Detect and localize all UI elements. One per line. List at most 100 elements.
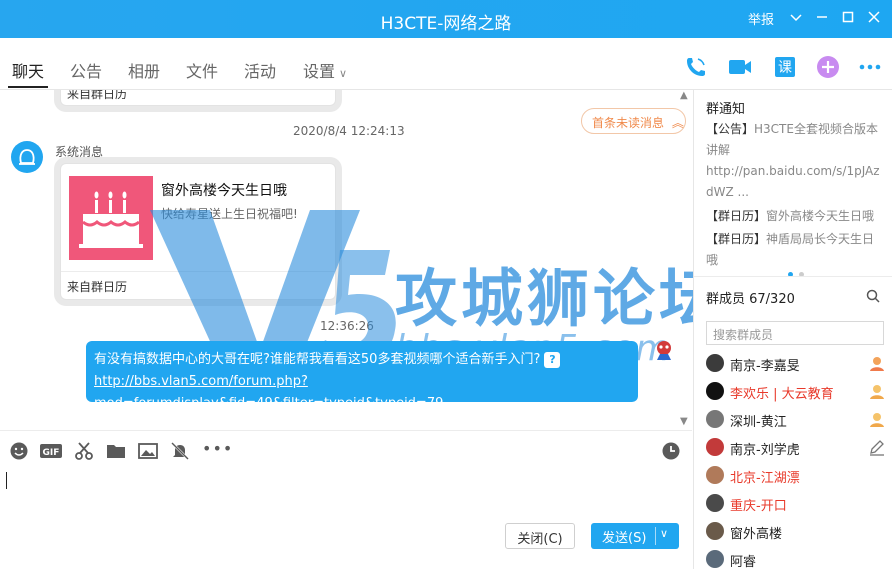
avatar[interactable] <box>706 466 724 484</box>
member-row[interactable]: 重庆-开口 <box>706 492 886 514</box>
birthday-card[interactable]: 窗外高楼今天生日哦 快给寿星送上生日祝福吧! 来自群日历 <box>60 163 336 300</box>
add-app-icon[interactable] <box>816 55 840 79</box>
tab-announcement[interactable]: 公告 <box>70 58 102 82</box>
group-notice-item[interactable]: 【群日历】神盾局局长今天生日哦 <box>706 229 886 271</box>
card-title: 窗外高楼今天生日哦 <box>161 183 287 199</box>
tab-files[interactable]: 文件 <box>186 58 218 82</box>
folder-icon[interactable] <box>106 441 126 461</box>
card-source: 来自群日历 <box>61 271 335 299</box>
edit-icon[interactable] <box>868 438 886 456</box>
member-row[interactable]: 北京-江湖漂 <box>706 464 886 486</box>
admin-badge-icon <box>868 382 886 400</box>
chevron-down-icon[interactable] <box>786 11 806 26</box>
tab-settings[interactable]: 设置 ∨ <box>303 58 347 82</box>
group-notice-heading: 群通知 <box>706 102 746 117</box>
more-tools-icon[interactable]: ••• <box>202 439 232 459</box>
send-divider <box>655 527 656 545</box>
member-row[interactable]: 深圳-黄江 <box>706 408 886 430</box>
member-row[interactable]: 窗外高楼 <box>706 520 886 542</box>
send-options-chevron-icon[interactable]: ∨ <box>660 527 668 540</box>
sender-name: 系统消息 <box>55 145 104 159</box>
svg-text:课: 课 <box>778 60 792 76</box>
scissors-icon[interactable] <box>74 441 94 461</box>
watermark-text: 攻城狮论坛 <box>395 262 726 335</box>
birthday-cake-icon <box>69 176 153 260</box>
close-button[interactable]: 关闭(C) <box>505 523 575 549</box>
user-avatar[interactable] <box>652 338 676 362</box>
double-chevron-up-icon: ︽ <box>671 116 684 130</box>
member-name: 北京-江湖漂 <box>730 471 800 486</box>
phone-call-icon[interactable] <box>684 55 708 79</box>
avatar[interactable] <box>706 438 724 456</box>
history-clock-icon[interactable] <box>661 441 681 461</box>
tab-bar: 聊天 公告 相册 文件 活动 设置 ∨ 课 <box>0 38 892 90</box>
send-button[interactable]: 发送(S) ∨ <box>591 523 679 549</box>
member-row[interactable]: 南京-刘学虎 <box>706 436 886 458</box>
class-icon[interactable]: 课 <box>773 55 797 79</box>
card-source: 来自群日历 <box>61 90 335 105</box>
avatar[interactable] <box>706 550 724 568</box>
chevron-down-icon: ∨ <box>339 67 348 80</box>
tab-chat[interactable]: 聊天 <box>7 58 49 88</box>
close-icon[interactable] <box>864 10 884 27</box>
tab-album[interactable]: 相册 <box>128 58 160 82</box>
first-unread-label: 首条未读消息 <box>592 116 665 130</box>
member-name: 南京-李嘉旻 <box>730 359 800 374</box>
question-icon: ? <box>544 352 561 368</box>
emoji-icon[interactable] <box>9 441 29 461</box>
group-notice-item[interactable]: 【群日历】窗外高楼今天生日哦 <box>706 206 886 227</box>
avatar[interactable] <box>706 494 724 512</box>
message-text: 有没有搞数据中心的大哥在呢?谁能帮我看看这50多套视频哪个适合新手入门? ? <box>94 349 630 371</box>
tab-settings-label: 设置 <box>303 62 336 81</box>
message-link[interactable]: http://bbs.vlan5.com/forum.php?mod=forum… <box>94 371 630 415</box>
owner-badge-icon <box>868 354 886 372</box>
tab-activities[interactable]: 活动 <box>244 58 276 82</box>
message-input[interactable] <box>0 468 692 569</box>
report-button[interactable]: 举报 <box>748 9 774 28</box>
more-options-icon[interactable] <box>858 55 882 79</box>
svg-text:GIF: GIF <box>43 448 60 458</box>
text-caret <box>6 472 7 489</box>
member-name: 阿睿 <box>730 555 757 569</box>
scroll-down-icon[interactable]: ▼ <box>680 416 688 427</box>
card-subtitle: 快给寿星送上生日祝福吧! <box>161 207 298 221</box>
composer-toolbar: GIF ••• <box>0 430 692 468</box>
window-controls: 举报 <box>748 9 884 28</box>
first-unread-button[interactable]: 首条未读消息 ︽ <box>581 108 686 134</box>
scroll-up-icon[interactable]: ▲ <box>680 90 688 101</box>
member-row[interactable]: 李欢乐 | 大云教育 <box>706 380 886 402</box>
mute-bell-icon[interactable] <box>170 441 190 461</box>
maximize-icon[interactable] <box>838 11 858 27</box>
member-row[interactable]: 阿睿 <box>706 548 886 569</box>
member-name: 重庆-开口 <box>730 499 787 514</box>
avatar[interactable] <box>706 354 724 372</box>
divider <box>694 276 892 277</box>
admin-badge-icon <box>868 410 886 428</box>
group-notice-item[interactable]: 【公告】H3CTE全套视频合版本讲解 <box>706 119 886 161</box>
outgoing-message-bubble[interactable]: 有没有搞数据中心的大哥在呢?谁能帮我看看这50多套视频哪个适合新手入门? ? h… <box>86 341 638 411</box>
video-call-icon[interactable] <box>728 55 752 79</box>
members-heading: 群成员 67/320 <box>706 292 795 307</box>
member-search-input[interactable]: 搜索群成员 <box>706 321 884 345</box>
title-bar: H3CTE-网络之路 举报 <box>0 0 892 38</box>
group-notice-link[interactable]: http://pan.baidu.com/s/1pJAzdWZ ... <box>706 161 886 203</box>
message-card-previous[interactable]: 来自群日历 <box>60 90 336 106</box>
message-timestamp: 2020/8/4 12:24:13 <box>293 124 405 138</box>
image-icon[interactable] <box>138 441 158 461</box>
message-timestamp: 12:36:26 <box>320 319 374 333</box>
minimize-icon[interactable] <box>812 11 832 27</box>
notice-pagination[interactable] <box>788 266 810 281</box>
avatar[interactable] <box>706 410 724 428</box>
avatar[interactable] <box>706 522 724 540</box>
system-avatar[interactable] <box>11 141 43 173</box>
member-row[interactable]: 南京-李嘉旻 <box>706 352 886 374</box>
member-name: 深圳-黄江 <box>730 415 787 430</box>
member-name: 李欢乐 | 大云教育 <box>730 387 834 402</box>
search-icon[interactable] <box>866 289 880 307</box>
send-label: 发送(S) <box>602 531 647 546</box>
member-name: 南京-刘学虎 <box>730 443 800 458</box>
gif-icon[interactable]: GIF <box>40 441 62 461</box>
avatar[interactable] <box>706 382 724 400</box>
member-name: 窗外高楼 <box>730 527 783 542</box>
right-panel: 群通知 【公告】H3CTE全套视频合版本讲解 http://pan.baidu.… <box>693 90 892 569</box>
